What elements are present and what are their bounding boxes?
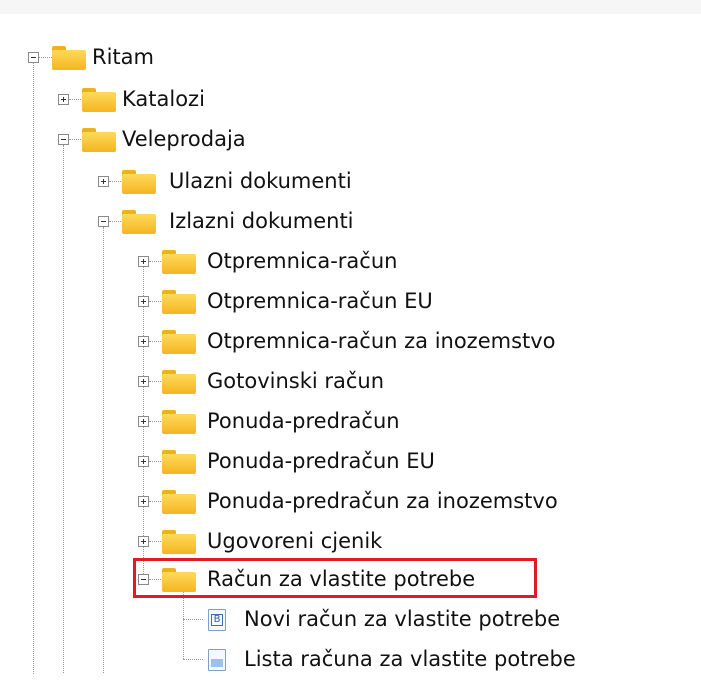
document-b-icon: B (208, 609, 226, 631)
tree-connector-racun (183, 589, 184, 659)
highlight-box (133, 558, 537, 598)
folder-icon (122, 170, 156, 194)
tree-node-label: Ritam (92, 45, 154, 69)
tree-node-label: Gotovinski račun (207, 369, 385, 393)
tree-node-label: Izlazni dokumenti (169, 209, 354, 233)
folder-icon (162, 450, 196, 474)
folder-icon (162, 330, 196, 354)
tree-connector-root (33, 62, 34, 674)
tree-connector-veleprodaja (63, 145, 64, 673)
folder-icon (162, 290, 196, 314)
expand-icon[interactable] (138, 496, 149, 507)
tree-node-label: Ponuda-predračun (207, 409, 400, 433)
tree-node-label: Ugovoreni cjenik (207, 529, 383, 553)
collapse-icon[interactable] (98, 216, 109, 227)
tree-node-label: Lista računa za vlastite potrebe (244, 647, 576, 671)
expand-icon[interactable] (138, 456, 149, 467)
expand-icon[interactable] (138, 376, 149, 387)
tree-view-page: Ritam Katalozi Veleprodaja Ulazni dokume… (0, 0, 701, 674)
expand-icon[interactable] (138, 296, 149, 307)
tree-view[interactable]: Ritam Katalozi Veleprodaja Ulazni dokume… (0, 0, 701, 674)
expand-icon[interactable] (138, 336, 149, 347)
expand-icon[interactable] (138, 536, 149, 547)
expand-icon[interactable] (98, 176, 109, 187)
folder-icon (162, 250, 196, 274)
tree-node-label: Veleprodaja (122, 127, 246, 151)
tree-node-label: Otpremnica-račun (207, 249, 398, 273)
tree-node-label: Novi račun za vlastite potrebe (244, 607, 561, 631)
tree-node-label: Ponuda-predračun EU (207, 449, 435, 473)
collapse-icon[interactable] (58, 134, 69, 145)
folder-icon (122, 210, 156, 234)
expand-icon[interactable] (138, 416, 149, 427)
tree-node-label: Ulazni dokumenti (169, 169, 352, 193)
document-list-icon (208, 649, 226, 671)
tree-node-label: Katalozi (122, 87, 205, 111)
collapse-icon[interactable] (28, 52, 39, 63)
folder-icon (52, 46, 86, 70)
expand-icon[interactable] (58, 94, 69, 105)
folder-icon (162, 370, 196, 394)
folder-icon (162, 530, 196, 554)
folder-icon (162, 490, 196, 514)
tree-connector-izlazni (103, 227, 104, 673)
folder-icon (82, 128, 116, 152)
tree-node-label: Otpremnica-račun za inozemstvo (207, 329, 556, 353)
folder-icon (162, 410, 196, 434)
expand-icon[interactable] (138, 256, 149, 267)
document-badge: B (211, 614, 223, 626)
tree-node-label: Otpremnica-račun EU (207, 289, 433, 313)
tree-node-label: Ponuda-predračun za inozemstvo (207, 489, 558, 513)
folder-icon (82, 88, 116, 112)
